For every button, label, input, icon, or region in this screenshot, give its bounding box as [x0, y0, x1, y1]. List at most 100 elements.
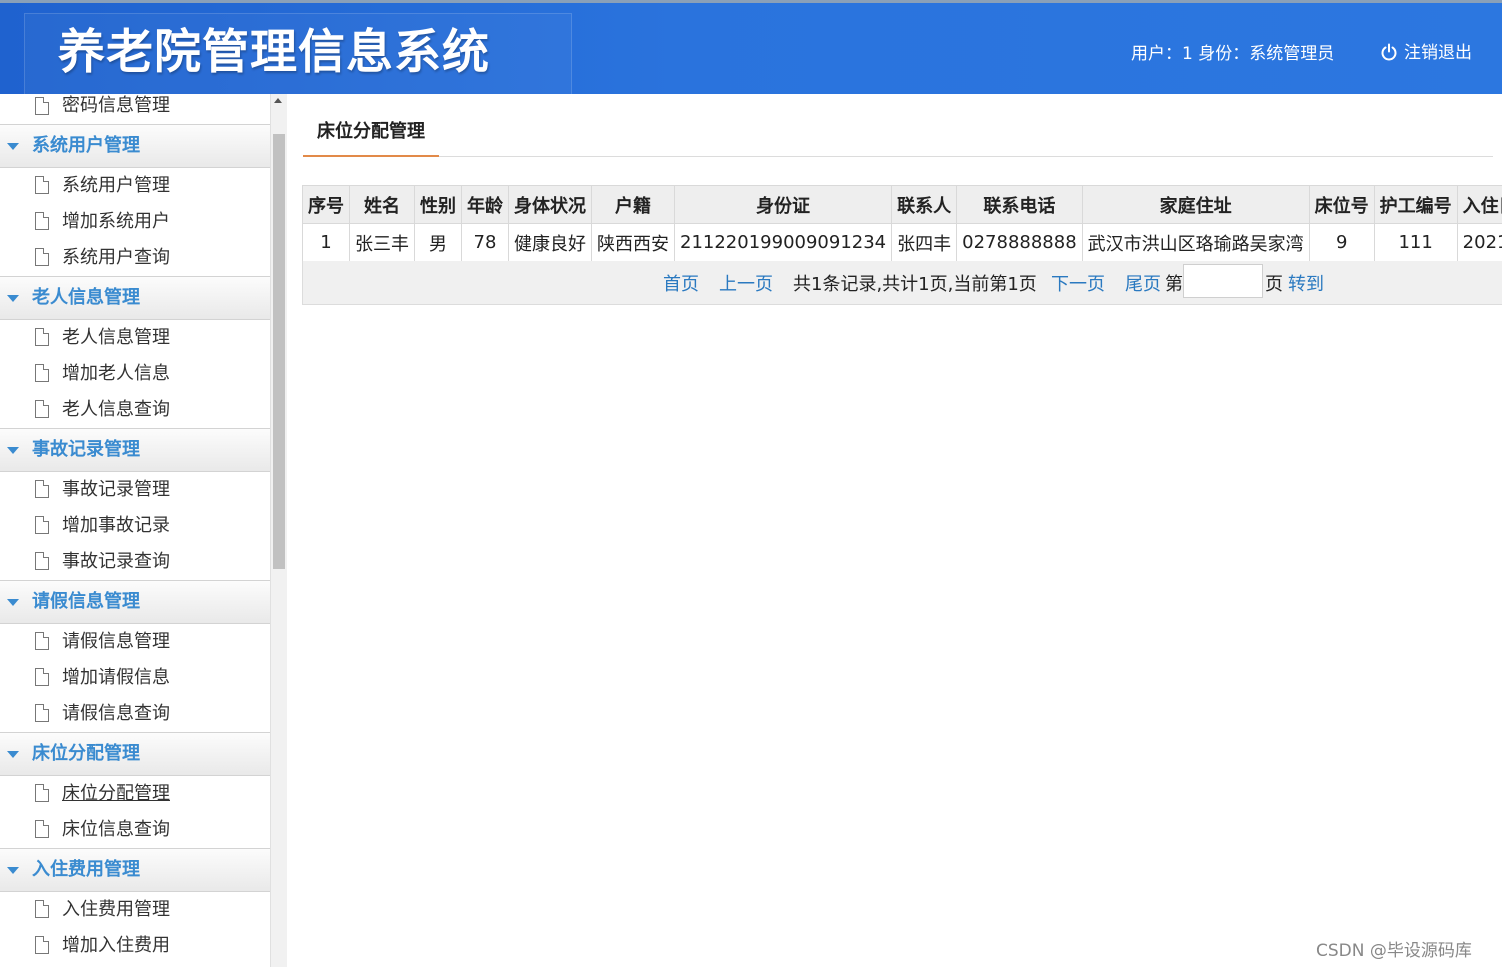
column-header: 联系电话	[956, 185, 1083, 224]
sidebar-item-elderly-add[interactable]: 增加老人信息	[0, 356, 270, 392]
column-header: 护工编号	[1373, 185, 1458, 224]
document-icon	[35, 212, 49, 230]
sidebar-item-label: 事故记录查询	[62, 551, 170, 572]
next-page-link[interactable]: 下一页	[1051, 270, 1105, 296]
sidebar-item-bed-manage[interactable]: 床位分配管理	[0, 776, 270, 812]
document-icon	[35, 820, 49, 838]
table-cell: 2021-06-02	[1456, 223, 1502, 262]
document-icon	[35, 364, 49, 382]
sidebar-item-label: 增加老人信息	[62, 363, 170, 384]
sidebar-group-title: 事故记录管理	[32, 439, 140, 460]
scrollbar-thumb[interactable]	[273, 134, 285, 569]
sidebar: 密码信息管理 系统用户管理 系统用户管理 增加系统用户 系统用户查询 老人信息管…	[0, 94, 270, 967]
document-icon	[35, 784, 49, 802]
table-cell: 张四丰	[891, 223, 958, 262]
column-header: 床位号	[1308, 185, 1375, 224]
table-cell: 9	[1308, 223, 1375, 262]
logout-button[interactable]: 注销退出	[1380, 38, 1472, 63]
sidebar-item-label: 事故记录管理	[62, 479, 170, 500]
power-icon	[1381, 43, 1397, 61]
sidebar-item-password[interactable]: 密码信息管理	[0, 94, 270, 124]
table-cell: 211220199009091234	[673, 223, 893, 262]
sidebar-item-accident-add[interactable]: 增加事故记录	[0, 508, 270, 544]
tab-bed-assignment[interactable]: 床位分配管理	[303, 116, 439, 157]
sidebar-group-bed-assignment[interactable]: 床位分配管理	[0, 732, 270, 776]
tab-bar: 床位分配管理	[303, 116, 1493, 157]
sidebar-item-label: 请假信息管理	[62, 631, 170, 652]
document-icon	[35, 480, 49, 498]
page-prefix-label: 第	[1165, 274, 1183, 295]
column-header: 姓名	[349, 185, 415, 224]
sidebar-item-elderly-query[interactable]: 老人信息查询	[0, 392, 270, 428]
sidebar-item-elderly-manage[interactable]: 老人信息管理	[0, 320, 270, 356]
document-icon	[35, 668, 49, 686]
table-cell: 78	[461, 223, 509, 262]
sidebar-group-title: 老人信息管理	[32, 287, 140, 308]
sidebar-group-title: 床位分配管理	[32, 743, 140, 764]
table-header-row: 序号 姓名 性别 年龄 身体状况 户籍 身份证 联系人 联系电话 家庭住址 床位…	[302, 185, 1502, 224]
logout-label: 注销退出	[1404, 43, 1472, 63]
sidebar-item-label: 系统用户管理	[62, 175, 170, 196]
sidebar-item-label: 增加入住费用	[62, 935, 170, 956]
expand-arrow-icon	[7, 295, 19, 302]
document-icon	[35, 400, 49, 418]
prev-page-link[interactable]: 上一页	[719, 270, 773, 296]
column-header: 序号	[302, 185, 350, 224]
document-icon	[35, 516, 49, 534]
sidebar-item-leave-query[interactable]: 请假信息查询	[0, 696, 270, 732]
pagination-bar: 首页 上一页 共1条记录,共计1页,当前第1页 下一页 尾页 第 页 转到	[302, 261, 1502, 305]
expand-arrow-icon	[7, 447, 19, 454]
sidebar-group-title: 系统用户管理	[32, 135, 140, 156]
table-cell: 0278888888	[956, 223, 1083, 262]
expand-arrow-icon	[7, 143, 19, 150]
document-icon	[35, 900, 49, 918]
page-number-input[interactable]	[1183, 264, 1263, 298]
column-header: 入住日期	[1456, 185, 1502, 224]
sidebar-group-elderly-info[interactable]: 老人信息管理	[0, 276, 270, 320]
document-icon	[35, 248, 49, 266]
document-icon	[35, 632, 49, 650]
sidebar-item-label: 密码信息管理	[62, 95, 170, 116]
sidebar-item-fee-manage[interactable]: 入住费用管理	[0, 892, 270, 928]
scroll-up-arrow-icon[interactable]	[274, 98, 282, 103]
sidebar-item-leave-manage[interactable]: 请假信息管理	[0, 624, 270, 660]
sidebar-group-title: 请假信息管理	[32, 591, 140, 612]
sidebar-item-user-manage[interactable]: 系统用户管理	[0, 168, 270, 204]
app-header: 养老院管理信息系统 用户：1 身份：系统管理员 注销退出	[0, 3, 1502, 95]
document-icon	[35, 552, 49, 570]
watermark: CSDN @毕设源码库	[1316, 941, 1472, 961]
sidebar-item-user-query[interactable]: 系统用户查询	[0, 240, 270, 276]
column-header: 家庭住址	[1081, 185, 1310, 224]
first-page-link[interactable]: 首页	[663, 270, 699, 296]
sidebar-item-leave-add[interactable]: 增加请假信息	[0, 660, 270, 696]
last-page-link[interactable]: 尾页	[1125, 270, 1161, 296]
document-icon	[35, 936, 49, 954]
sidebar-item-label: 增加事故记录	[62, 515, 170, 536]
sidebar-item-accident-manage[interactable]: 事故记录管理	[0, 472, 270, 508]
sidebar-item-label: 增加系统用户	[62, 211, 170, 232]
table-row: 1 张三丰 男 78 健康良好 陕西西安 211220199009091234 …	[302, 223, 1502, 262]
sidebar-item-accident-query[interactable]: 事故记录查询	[0, 544, 270, 580]
table-cell: 张三丰	[349, 223, 415, 262]
sidebar-item-bed-query[interactable]: 床位信息查询	[0, 812, 270, 848]
bed-assignment-table: 序号 姓名 性别 年龄 身体状况 户籍 身份证 联系人 联系电话 家庭住址 床位…	[302, 185, 1502, 262]
sidebar-group-title: 入住费用管理	[32, 859, 140, 880]
sidebar-group-accident-records[interactable]: 事故记录管理	[0, 428, 270, 472]
user-info: 用户：1 身份：系统管理员	[1131, 44, 1335, 64]
document-icon	[35, 328, 49, 346]
sidebar-item-label: 床位分配管理	[62, 783, 170, 804]
sidebar-item-label: 系统用户查询	[62, 247, 170, 268]
main-content: 床位分配管理 序号 姓名 性别 年龄 身体状况 户籍 身份证 联系人 联系电话 …	[287, 94, 1502, 967]
sidebar-scrollbar[interactable]	[270, 94, 287, 967]
sidebar-item-label: 入住费用管理	[62, 899, 170, 920]
column-header: 年龄	[461, 185, 509, 224]
sidebar-group-leave-info[interactable]: 请假信息管理	[0, 580, 270, 624]
column-header: 身份证	[673, 185, 893, 224]
sidebar-item-fee-add[interactable]: 增加入住费用	[0, 928, 270, 964]
sidebar-group-system-users[interactable]: 系统用户管理	[0, 124, 270, 168]
column-header: 性别	[414, 185, 462, 224]
document-icon	[35, 97, 49, 115]
sidebar-item-user-add[interactable]: 增加系统用户	[0, 204, 270, 240]
goto-page-link[interactable]: 转到	[1288, 270, 1324, 296]
sidebar-group-stay-fees[interactable]: 入住费用管理	[0, 848, 270, 892]
